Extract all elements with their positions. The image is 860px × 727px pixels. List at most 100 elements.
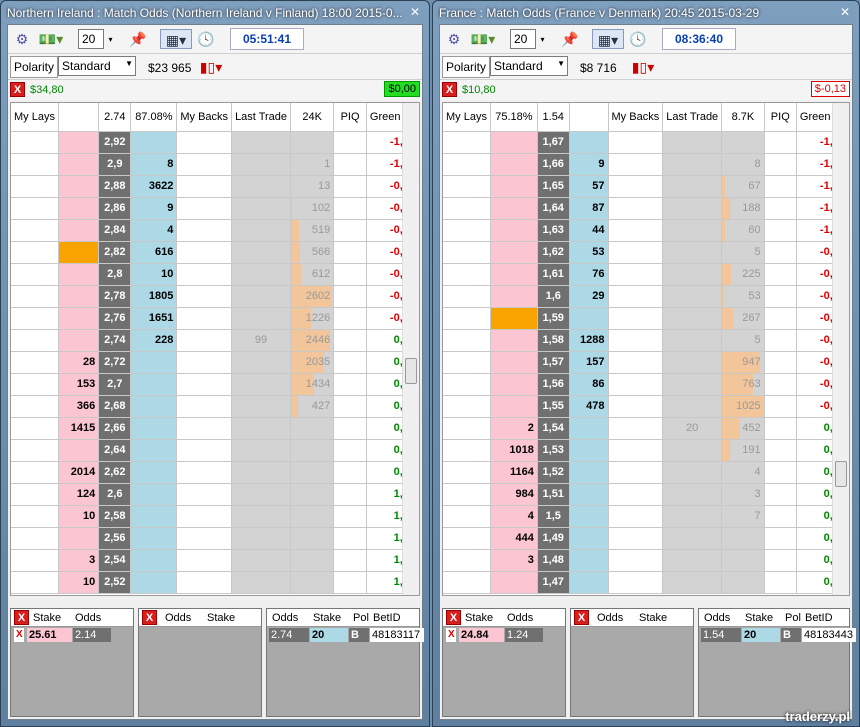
col-lay-pct-header[interactable]: 75.18% [490,103,538,132]
my-lays-cell[interactable] [443,483,491,506]
my-lays-cell[interactable] [11,483,59,506]
my-backs-cell[interactable] [608,373,664,396]
pin-icon[interactable]: 📌 [128,29,148,49]
my-backs-cell[interactable] [176,373,233,396]
lay-cell[interactable] [58,439,100,462]
my-backs-cell[interactable] [608,219,664,242]
my-lays-cell[interactable] [11,263,59,286]
my-backs-cell[interactable] [176,263,233,286]
my-backs-cell[interactable] [176,505,233,528]
lay-cell[interactable] [58,307,100,330]
scrollbar-thumb[interactable] [405,358,417,384]
my-lays-cell[interactable] [11,439,59,462]
my-backs-cell[interactable] [176,329,233,352]
polarity-select[interactable]: Standard ▼ [490,56,568,76]
lay-cell[interactable] [58,241,100,264]
close-icon[interactable]: X [10,82,25,97]
my-backs-cell[interactable] [608,197,664,220]
lay-cell[interactable]: 10 [58,571,100,594]
back-cell[interactable] [130,461,178,484]
lay-cell[interactable] [490,307,538,330]
my-lays-cell[interactable] [443,571,491,594]
lay-cell[interactable]: 2 [490,417,538,440]
lay-cell[interactable]: 444 [490,527,538,550]
candlestick-icon[interactable]: ▮▯▾ [198,57,224,77]
lay-cell[interactable] [490,175,538,198]
lay-cell[interactable] [490,153,538,176]
lay-cell[interactable] [490,241,538,264]
my-lays-cell[interactable] [11,153,59,176]
back-cell[interactable]: 44 [569,219,609,242]
lay-cell[interactable] [490,373,538,396]
lay-cell[interactable]: 1164 [490,461,538,484]
my-backs-cell[interactable] [176,219,233,242]
back-cell[interactable] [130,131,178,154]
candlestick-icon[interactable]: ▮▯▾ [630,57,656,77]
lay-cell[interactable] [58,329,100,352]
lay-cell[interactable] [58,131,100,154]
col-last-trade-header[interactable]: Last Trade [231,103,292,132]
my-lays-cell[interactable] [443,549,491,572]
my-backs-cell[interactable] [608,571,664,594]
my-backs-cell[interactable] [608,351,664,374]
back-cell[interactable] [569,439,609,462]
cancel-bet-icon[interactable]: X [446,628,456,642]
back-cell[interactable]: 3622 [130,175,178,198]
my-lays-cell[interactable] [11,395,59,418]
my-lays-cell[interactable] [443,329,491,352]
my-lays-cell[interactable] [443,351,491,374]
lay-cell[interactable] [58,197,100,220]
back-cell[interactable] [130,483,178,506]
money-icon[interactable]: 💵▾ [468,29,498,49]
my-lays-cell[interactable] [443,285,491,308]
my-lays-cell[interactable] [11,285,59,308]
my-backs-cell[interactable] [176,175,233,198]
my-backs-cell[interactable] [608,417,664,440]
my-lays-cell[interactable] [11,417,59,440]
my-backs-cell[interactable] [608,285,664,308]
grid-icon[interactable]: ▦▾ [592,29,624,49]
lay-cell[interactable] [58,263,100,286]
my-lays-cell[interactable] [11,175,59,198]
my-lays-cell[interactable] [11,197,59,220]
my-lays-cell[interactable] [443,373,491,396]
lay-cell[interactable] [490,395,538,418]
back-cell[interactable] [569,527,609,550]
back-cell[interactable] [569,461,609,484]
lay-cell[interactable] [58,153,100,176]
my-backs-cell[interactable] [176,439,233,462]
ladder-scrollbar[interactable] [402,103,419,595]
back-cell[interactable] [569,131,609,154]
my-lays-cell[interactable] [443,263,491,286]
back-cell[interactable] [130,351,178,374]
my-lays-cell[interactable] [11,351,59,374]
back-cell[interactable] [569,483,609,506]
my-backs-cell[interactable] [608,505,664,528]
my-lays-cell[interactable] [443,505,491,528]
pin-icon[interactable]: 📌 [560,29,580,49]
close-icon[interactable]: X [14,610,29,625]
matched-bet-row[interactable]: 1.54 20 B 48183443 [699,628,856,643]
money-icon[interactable]: 💵▾ [36,29,66,49]
back-cell[interactable] [130,373,178,396]
back-cell[interactable] [130,549,178,572]
back-cell[interactable] [130,395,178,418]
my-backs-cell[interactable] [176,395,233,418]
lay-cell[interactable] [58,285,100,308]
back-cell[interactable] [130,439,178,462]
back-cell[interactable]: 8 [130,153,178,176]
back-cell[interactable] [569,505,609,528]
my-backs-cell[interactable] [176,483,233,506]
close-icon[interactable]: X [446,610,461,625]
lay-cell[interactable] [490,197,538,220]
my-lays-cell[interactable] [11,505,59,528]
my-backs-cell[interactable] [176,571,233,594]
lay-bet-row[interactable]: X 25.61 2.14 [11,628,133,643]
price-ladder[interactable]: My Lays 75.18% 1.54 My Backs Last Trade 8.7K P… [442,102,850,596]
my-lays-cell[interactable] [11,527,59,550]
col-my-lays-header[interactable]: My Lays [443,103,491,132]
my-lays-cell[interactable] [11,131,59,154]
my-lays-cell[interactable] [443,131,491,154]
my-backs-cell[interactable] [176,417,233,440]
lay-cell[interactable] [58,219,100,242]
